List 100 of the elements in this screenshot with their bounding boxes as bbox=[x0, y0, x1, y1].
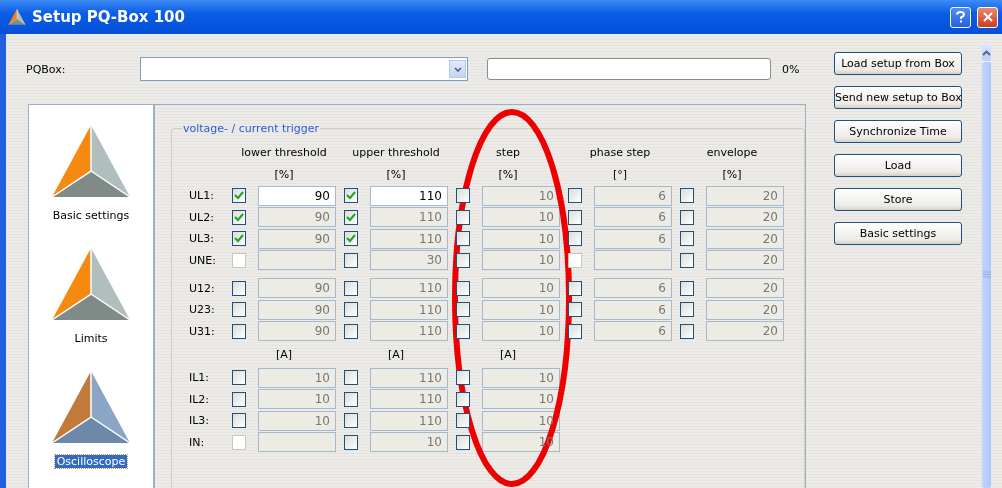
checkbox[interactable] bbox=[456, 302, 470, 318]
checkbox[interactable] bbox=[568, 323, 582, 339]
sidebar-item[interactable]: Limits bbox=[72, 332, 110, 345]
checkbox[interactable] bbox=[680, 323, 694, 339]
input-field[interactable]: 10 bbox=[482, 321, 560, 342]
checkbox[interactable] bbox=[232, 231, 246, 247]
input-field[interactable]: 10 bbox=[482, 278, 560, 299]
dropdown-button[interactable] bbox=[449, 60, 466, 78]
action-button[interactable]: Load setup from Box bbox=[834, 52, 962, 75]
action-button[interactable]: Store bbox=[834, 188, 962, 211]
checkbox[interactable] bbox=[232, 188, 246, 204]
checkbox[interactable] bbox=[456, 188, 470, 204]
input-field[interactable]: 6 bbox=[594, 228, 672, 249]
checkbox[interactable] bbox=[456, 209, 470, 225]
input-field[interactable]: 90 bbox=[258, 278, 336, 299]
input-field[interactable]: 10 bbox=[482, 299, 560, 320]
checkbox[interactable] bbox=[344, 280, 358, 296]
input-field[interactable]: 110 bbox=[370, 410, 448, 431]
checkbox[interactable] bbox=[456, 323, 470, 339]
checkbox[interactable] bbox=[680, 188, 694, 204]
input-field[interactable]: 110 bbox=[370, 185, 448, 206]
input-field[interactable]: 10 bbox=[258, 410, 336, 431]
input-field[interactable]: 10 bbox=[482, 228, 560, 249]
input-field[interactable]: 90 bbox=[258, 185, 336, 206]
checkbox[interactable] bbox=[232, 302, 246, 318]
checkbox[interactable] bbox=[232, 323, 246, 339]
input-field[interactable]: 6 bbox=[594, 299, 672, 320]
input-field[interactable]: 110 bbox=[370, 278, 448, 299]
input-field[interactable]: 10 bbox=[482, 207, 560, 228]
checkbox[interactable] bbox=[232, 209, 246, 225]
action-button[interactable]: Send new setup to Box bbox=[834, 86, 962, 109]
checkbox[interactable] bbox=[568, 280, 582, 296]
checkbox[interactable] bbox=[568, 231, 582, 247]
device-dropdown[interactable] bbox=[140, 57, 468, 81]
input-field[interactable]: 20 bbox=[706, 321, 784, 342]
input-field[interactable]: 6 bbox=[594, 321, 672, 342]
input-field[interactable]: 110 bbox=[370, 367, 448, 388]
input-field[interactable]: 30 bbox=[370, 250, 448, 271]
input-field[interactable]: 90 bbox=[258, 299, 336, 320]
checkbox[interactable] bbox=[456, 280, 470, 296]
checkbox[interactable] bbox=[568, 302, 582, 318]
input-field[interactable]: 10 bbox=[482, 432, 560, 453]
checkbox[interactable] bbox=[344, 413, 358, 429]
scroll-up-button[interactable] bbox=[982, 44, 991, 61]
checkbox[interactable] bbox=[344, 188, 358, 204]
close-button[interactable] bbox=[977, 6, 998, 28]
input-field[interactable]: 6 bbox=[594, 207, 672, 228]
checkbox[interactable] bbox=[456, 413, 470, 429]
input-field[interactable]: 10 bbox=[258, 389, 336, 410]
input-field[interactable]: 110 bbox=[370, 228, 448, 249]
checkbox[interactable] bbox=[232, 391, 246, 407]
checkbox[interactable] bbox=[456, 252, 470, 268]
checkbox[interactable] bbox=[232, 280, 246, 296]
checkbox[interactable] bbox=[232, 413, 246, 429]
input-field[interactable]: 10 bbox=[482, 367, 560, 388]
checkbox[interactable] bbox=[344, 302, 358, 318]
checkbox[interactable] bbox=[680, 302, 694, 318]
input-field[interactable]: 90 bbox=[258, 207, 336, 228]
input-field[interactable]: 110 bbox=[370, 321, 448, 342]
checkbox[interactable] bbox=[680, 280, 694, 296]
sidebar-item[interactable]: Basic settings bbox=[50, 209, 132, 222]
input-field[interactable]: 20 bbox=[706, 250, 784, 271]
checkbox[interactable] bbox=[344, 252, 358, 268]
checkbox[interactable] bbox=[568, 209, 582, 225]
checkbox[interactable] bbox=[456, 231, 470, 247]
input-field[interactable]: 10 bbox=[482, 250, 560, 271]
input-field[interactable]: 6 bbox=[594, 278, 672, 299]
input-field[interactable]: 10 bbox=[370, 432, 448, 453]
input-field[interactable]: 90 bbox=[258, 321, 336, 342]
input-field[interactable]: 110 bbox=[370, 389, 448, 410]
input-field[interactable]: 20 bbox=[706, 185, 784, 206]
checkbox[interactable] bbox=[680, 209, 694, 225]
checkbox[interactable] bbox=[680, 252, 694, 268]
input-field[interactable]: 90 bbox=[258, 228, 336, 249]
checkbox[interactable] bbox=[680, 231, 694, 247]
action-button[interactable]: Basic settings bbox=[834, 222, 962, 245]
checkbox[interactable] bbox=[232, 370, 246, 386]
checkbox[interactable] bbox=[344, 231, 358, 247]
checkbox[interactable] bbox=[344, 434, 358, 450]
action-button[interactable]: Synchronize Time bbox=[834, 120, 962, 143]
sidebar-item[interactable]: Oscilloscope bbox=[54, 455, 128, 468]
checkbox[interactable] bbox=[344, 370, 358, 386]
checkbox[interactable] bbox=[344, 323, 358, 339]
input-field[interactable]: 6 bbox=[594, 185, 672, 206]
checkbox[interactable] bbox=[568, 188, 582, 204]
input-field[interactable]: 20 bbox=[706, 228, 784, 249]
input-field[interactable]: 20 bbox=[706, 278, 784, 299]
input-field[interactable]: 10 bbox=[482, 389, 560, 410]
input-field[interactable]: 20 bbox=[706, 207, 784, 228]
input-field[interactable]: 110 bbox=[370, 207, 448, 228]
input-field[interactable]: 110 bbox=[370, 299, 448, 320]
checkbox[interactable] bbox=[456, 370, 470, 386]
checkbox[interactable] bbox=[344, 209, 358, 225]
input-field[interactable]: 10 bbox=[482, 185, 560, 206]
checkbox[interactable] bbox=[456, 434, 470, 450]
input-field[interactable]: 10 bbox=[258, 367, 336, 388]
checkbox[interactable] bbox=[456, 391, 470, 407]
help-button[interactable] bbox=[950, 6, 971, 28]
action-button[interactable]: Load bbox=[834, 154, 962, 177]
checkbox[interactable] bbox=[344, 391, 358, 407]
